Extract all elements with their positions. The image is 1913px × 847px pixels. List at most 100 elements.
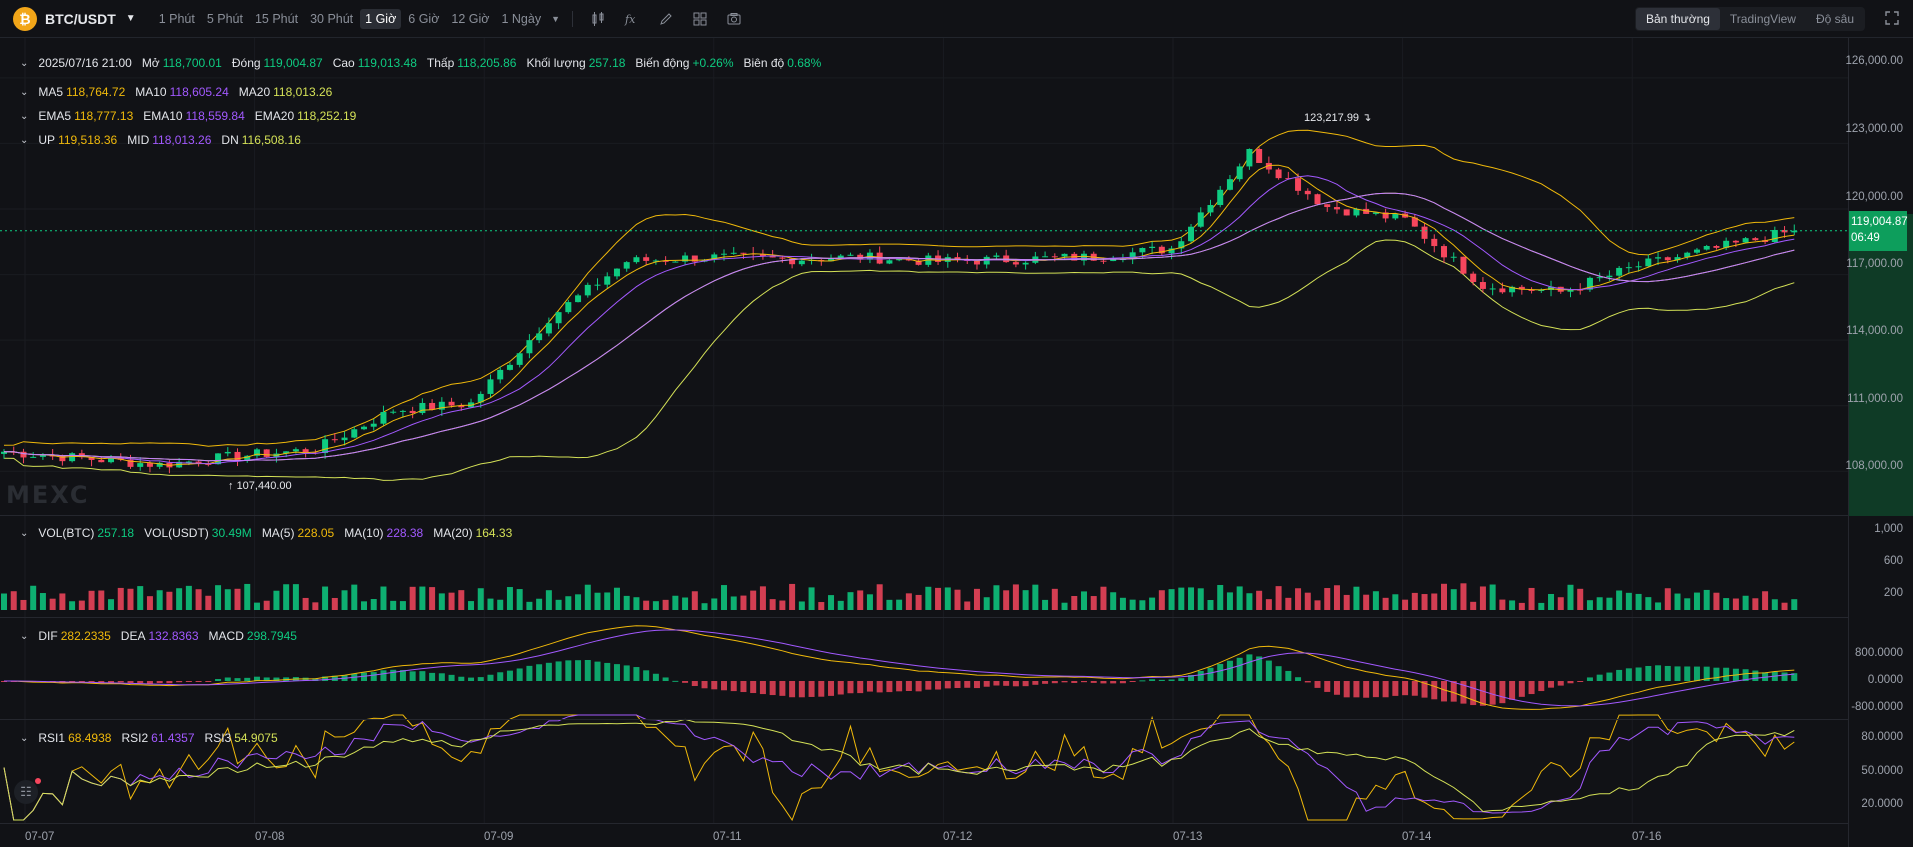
volume-bar (1470, 601, 1477, 610)
interval-more-chevron-icon[interactable]: ▼ (551, 14, 560, 24)
macd-histogram-bar (1586, 677, 1593, 681)
candle-body (993, 255, 1000, 257)
price-chart-canvas[interactable] (0, 38, 1848, 847)
volume-bar (769, 599, 776, 610)
macd-histogram-bar (1275, 666, 1282, 681)
indicator-fx-icon[interactable]: fx (619, 8, 645, 30)
screenshot-camera-icon[interactable] (721, 8, 747, 30)
ma5-value: 118,764.72 (66, 85, 126, 99)
candle-body (1275, 169, 1282, 179)
volume-label: Khối lượng (526, 56, 586, 70)
high-annotation-text: 123,217.99 (1304, 112, 1360, 124)
collapse-chevron-icon[interactable]: ⌄ (20, 87, 28, 98)
volume-tick: 600 (1883, 555, 1903, 567)
volume-bar (896, 599, 903, 610)
pane-divider[interactable] (0, 515, 1848, 516)
volume-bar (1081, 591, 1087, 610)
volume-bar (380, 586, 387, 610)
draw-pencil-icon[interactable] (653, 8, 679, 30)
candle-body (390, 411, 397, 413)
candle-body (185, 461, 192, 463)
candle-body (672, 261, 679, 263)
macd-histogram-bar (1577, 681, 1584, 682)
macd-histogram-bar (176, 681, 183, 683)
volume-bar (1188, 587, 1195, 610)
macd-histogram-bar (613, 664, 620, 681)
volume-bar (1343, 594, 1350, 610)
candle-body (1499, 288, 1506, 293)
candle-type-icon[interactable] (585, 8, 611, 30)
interval-12h[interactable]: 12 Giờ (446, 9, 494, 29)
volume-bar (419, 586, 426, 610)
amplitude-value: 0.68% (787, 56, 822, 70)
ema20-value: 118,252.19 (297, 109, 357, 123)
vol-ma20-label: MA(20) (433, 526, 473, 540)
volume-bar (983, 597, 990, 610)
view-tradingview-button[interactable]: TradingView (1720, 8, 1806, 30)
volume-bar (1411, 592, 1418, 610)
macd-histogram-bar (1402, 681, 1409, 696)
interval-1d[interactable]: 1 Ngày (496, 9, 546, 29)
interval-5m[interactable]: 5 Phút (202, 9, 248, 29)
price-scale[interactable]: 126,000.00 123,000.00 120,000.00 117,000… (1845, 38, 1913, 847)
collapse-chevron-icon[interactable]: ⌄ (20, 111, 28, 122)
volume-bar (205, 595, 212, 610)
volume-bar (1139, 600, 1146, 610)
boll-mid-label: MID (127, 133, 150, 147)
candle-body (1625, 267, 1632, 269)
macd-histogram-bar (944, 681, 951, 689)
interval-6h[interactable]: 6 Giờ (403, 9, 444, 29)
layout-grid-icon[interactable] (687, 8, 713, 30)
fullscreen-icon[interactable] (1883, 9, 1901, 27)
volume-bar (701, 603, 708, 610)
volume-bar (847, 592, 854, 610)
volume-bar (1061, 602, 1068, 610)
volume-bar (1149, 597, 1156, 610)
collapse-chevron-icon[interactable]: ⌄ (20, 733, 28, 744)
candle-body (1489, 288, 1496, 290)
macd-histogram-bar (1363, 681, 1370, 698)
chart-settings-icon[interactable]: ☷ (14, 780, 38, 804)
volume-bar (1275, 586, 1282, 610)
ema20-label: EMA20 (254, 109, 295, 123)
candle-body (361, 426, 367, 430)
dea-label: DEA (120, 629, 146, 643)
macd-histogram-bar (195, 681, 202, 682)
collapse-chevron-icon[interactable]: ⌄ (20, 528, 28, 539)
symbol-name[interactable]: BTC/USDT (45, 11, 116, 27)
volume-bar (1567, 584, 1574, 610)
volume-bar (1246, 593, 1253, 610)
amplitude-label: Biên độ (743, 56, 785, 70)
interval-30m[interactable]: 30 Phút (305, 9, 358, 29)
collapse-chevron-icon[interactable]: ⌄ (20, 631, 28, 642)
collapse-chevron-icon[interactable]: ⌄ (20, 135, 28, 146)
interval-15m[interactable]: 15 Phút (250, 9, 303, 29)
macd-histogram-bar (1324, 681, 1331, 692)
macd-histogram-bar (1713, 667, 1720, 681)
candle-body (1042, 256, 1049, 258)
candle-body (1771, 229, 1778, 242)
symbol-dropdown-caret-icon[interactable]: ▼ (126, 13, 136, 24)
interval-1m[interactable]: 1 Phút (154, 9, 200, 29)
macd-histogram-bar (1606, 672, 1613, 681)
macd-histogram-bar (818, 681, 825, 697)
candle-body (370, 423, 377, 427)
pane-divider[interactable] (0, 617, 1848, 618)
volume-bar (925, 586, 932, 610)
candle-body (633, 257, 640, 263)
macd-histogram-bar (545, 662, 552, 681)
volume-bar (1372, 591, 1379, 610)
candle-body (1713, 245, 1720, 248)
view-standard-button[interactable]: Bản thường (1635, 8, 1720, 30)
rsi-legend: ⌄ RSI1 68.4938 RSI2 61.4357 RSI3 54.9075 (20, 731, 288, 745)
pane-divider[interactable] (0, 719, 1848, 720)
interval-1h[interactable]: 1 Giờ (360, 8, 402, 29)
view-depth-button[interactable]: Độ sâu (1806, 8, 1864, 30)
volume-bar (69, 601, 76, 610)
collapse-chevron-icon[interactable]: ⌄ (20, 58, 28, 69)
price-tick: 126,000.00 (1845, 55, 1903, 67)
candle-body (983, 256, 990, 265)
volume-bar (244, 583, 251, 610)
top-toolbar: ₿ BTC/USDT ▼ 1 Phút 5 Phút 15 Phút 30 Ph… (0, 0, 1913, 38)
volume-bar (973, 588, 980, 610)
